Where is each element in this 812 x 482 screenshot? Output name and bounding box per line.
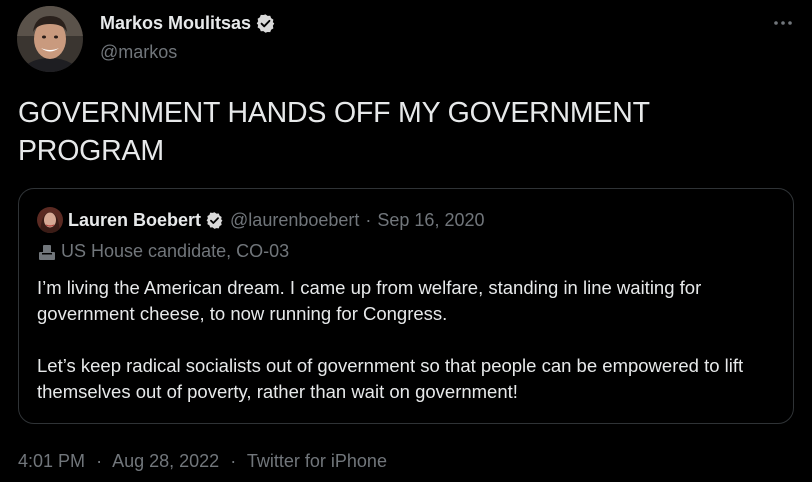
quoted-author-name[interactable]: Lauren Boebert	[68, 210, 201, 231]
separator-dot: ·	[230, 451, 237, 471]
quoted-tweet-date[interactable]: Sep 16, 2020	[377, 210, 484, 231]
quoted-author-avatar[interactable]	[37, 207, 63, 233]
tweet-metadata: 4:01 PM · Aug 28, 2022 · Twitter for iPh…	[18, 451, 387, 472]
tweet-time[interactable]: 4:01 PM	[18, 451, 85, 471]
verified-badge-icon	[255, 13, 276, 34]
more-horizontal-icon	[774, 21, 792, 25]
tweet-text: GOVERNMENT HANDS OFF MY GOVERNMENT PROGR…	[18, 97, 650, 167]
author-avatar[interactable]	[17, 6, 83, 72]
author-name-text: Markos Moulitsas	[100, 13, 252, 33]
verified-badge-icon	[205, 211, 224, 230]
tweet-source[interactable]: Twitter for iPhone	[247, 451, 387, 471]
author-name[interactable]: Markos Moulitsas	[100, 13, 276, 34]
quoted-tweet-header: Lauren Boebert @laurenboebert · Sep 16, …	[37, 207, 485, 233]
tweet-date[interactable]: Aug 28, 2022	[112, 451, 219, 471]
separator-dot: ·	[96, 451, 103, 471]
author-handle[interactable]: @markos	[100, 42, 177, 63]
quoted-author-label-text: US House candidate, CO-03	[61, 241, 290, 261]
quoted-author-label: US House candidate, CO-03	[37, 241, 289, 262]
quoted-author-handle[interactable]: @laurenboebert	[230, 210, 359, 231]
quoted-tweet-card[interactable]: Lauren Boebert @laurenboebert · Sep 16, …	[18, 188, 794, 424]
more-options-button[interactable]	[768, 8, 798, 38]
quoted-tweet-text: I’m living the American dream. I came up…	[37, 275, 787, 405]
quoted-tweet-paragraph: I’m living the American dream. I came up…	[37, 277, 702, 324]
ballot-box-icon	[39, 244, 55, 260]
quoted-tweet-paragraph: Let’s keep radical socialists out of gov…	[37, 355, 744, 402]
separator-dot: ·	[365, 209, 372, 230]
